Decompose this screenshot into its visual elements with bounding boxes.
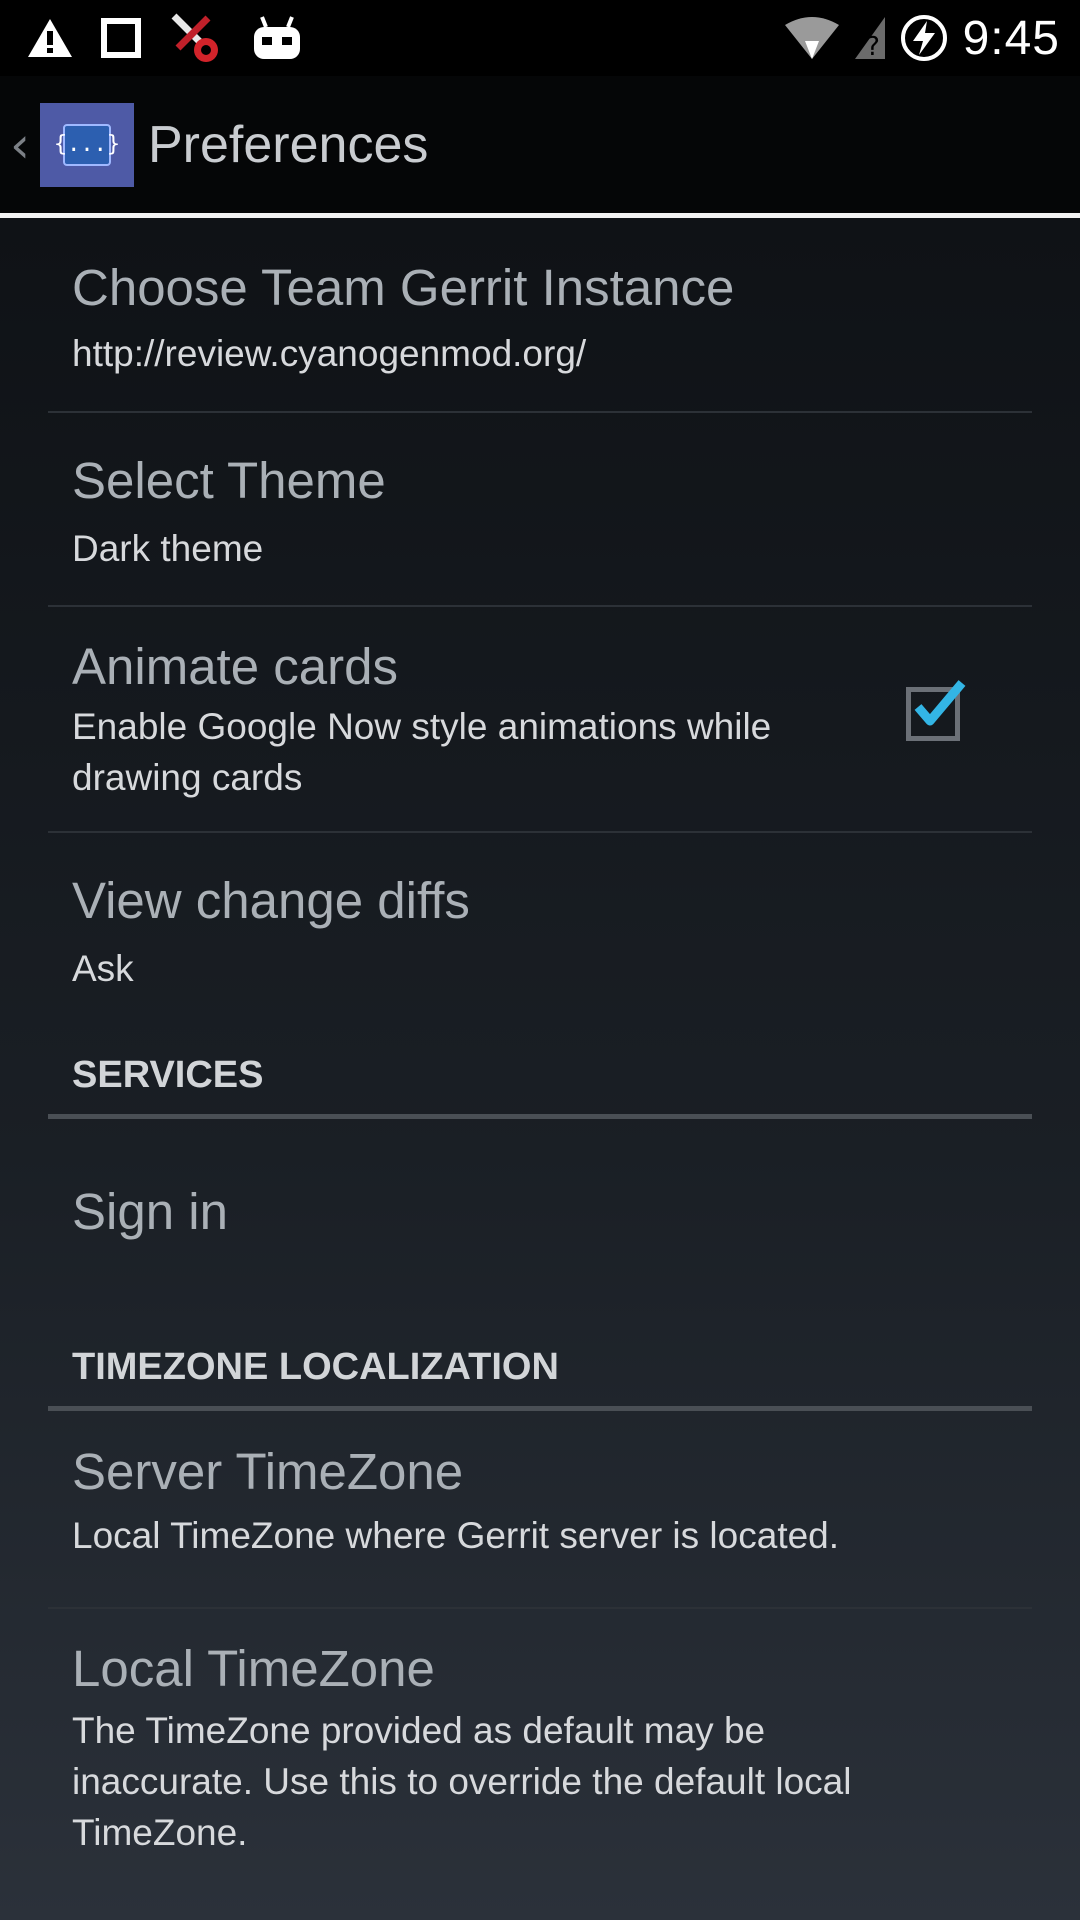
checkmark-icon xyxy=(914,680,966,726)
app-logo-icon: {...} xyxy=(54,123,120,166)
android-icon xyxy=(254,16,300,59)
status-bar: ? 9:45 xyxy=(0,0,1080,76)
pref-title: Local TimeZone xyxy=(72,1640,435,1697)
pref-summary: Ask xyxy=(72,948,134,989)
category-services: SERVICES xyxy=(72,1054,264,1096)
battery-charging-icon xyxy=(900,15,947,61)
pref-title: Select Theme xyxy=(72,452,386,509)
svg-text:?: ? xyxy=(866,32,880,61)
pref-title: Server TimeZone xyxy=(72,1443,464,1500)
pref-summary: The TimeZone provided as default may be … xyxy=(72,1710,852,1853)
status-icons-right: ? 9:45 xyxy=(783,0,1060,76)
warning-icon xyxy=(28,19,72,57)
signal-unknown-icon: ? xyxy=(854,17,885,61)
pref-sign-in[interactable]: Sign in xyxy=(48,1120,1032,1290)
app-icon[interactable]: {...} xyxy=(40,102,134,187)
pref-local-timezone[interactable]: Local TimeZone The TimeZone provided as … xyxy=(48,1609,1032,1909)
page-title: Preferences xyxy=(148,115,429,174)
pref-server-timezone[interactable]: Server TimeZone Local TimeZone where Ger… xyxy=(48,1412,1032,1588)
pref-summary: Local TimeZone where Gerrit server is lo… xyxy=(72,1515,840,1556)
square-icon xyxy=(101,18,141,58)
pref-view-change-diffs[interactable]: View change diffs Ask xyxy=(48,833,1032,1013)
pref-title: View change diffs xyxy=(72,872,470,929)
pref-summary: Dark theme xyxy=(72,528,264,569)
clock: 9:45 xyxy=(962,11,1060,65)
pref-gerrit-instance[interactable]: Choose Team Gerrit Instance http://revie… xyxy=(48,218,1032,412)
pref-title: Sign in xyxy=(72,1183,228,1240)
animate-cards-checkbox[interactable] xyxy=(906,680,966,743)
pref-summary: Enable Google Now style animations while… xyxy=(72,706,772,798)
pref-title: Choose Team Gerrit Instance xyxy=(72,259,735,316)
preferences-list: Choose Team Gerrit Instance http://revie… xyxy=(0,218,1080,1920)
pref-summary: http://review.cyanogenmod.org/ xyxy=(72,333,587,374)
wifi-icon xyxy=(784,17,839,59)
tools-icon xyxy=(171,13,218,62)
up-navigation-chevron-icon[interactable]: ‹ xyxy=(10,116,38,174)
pref-title: Animate cards xyxy=(72,638,398,695)
category-timezone: TIMEZONE LOCALIZATION xyxy=(72,1346,559,1388)
pref-select-theme[interactable]: Select Theme Dark theme xyxy=(48,413,1032,605)
status-icons-left xyxy=(0,10,304,66)
pref-animate-cards[interactable]: Animate cards Enable Google Now style an… xyxy=(48,607,1032,831)
category-divider xyxy=(48,1406,1032,1411)
action-bar: ‹ {...} Preferences xyxy=(0,76,1080,218)
category-divider xyxy=(48,1114,1032,1119)
